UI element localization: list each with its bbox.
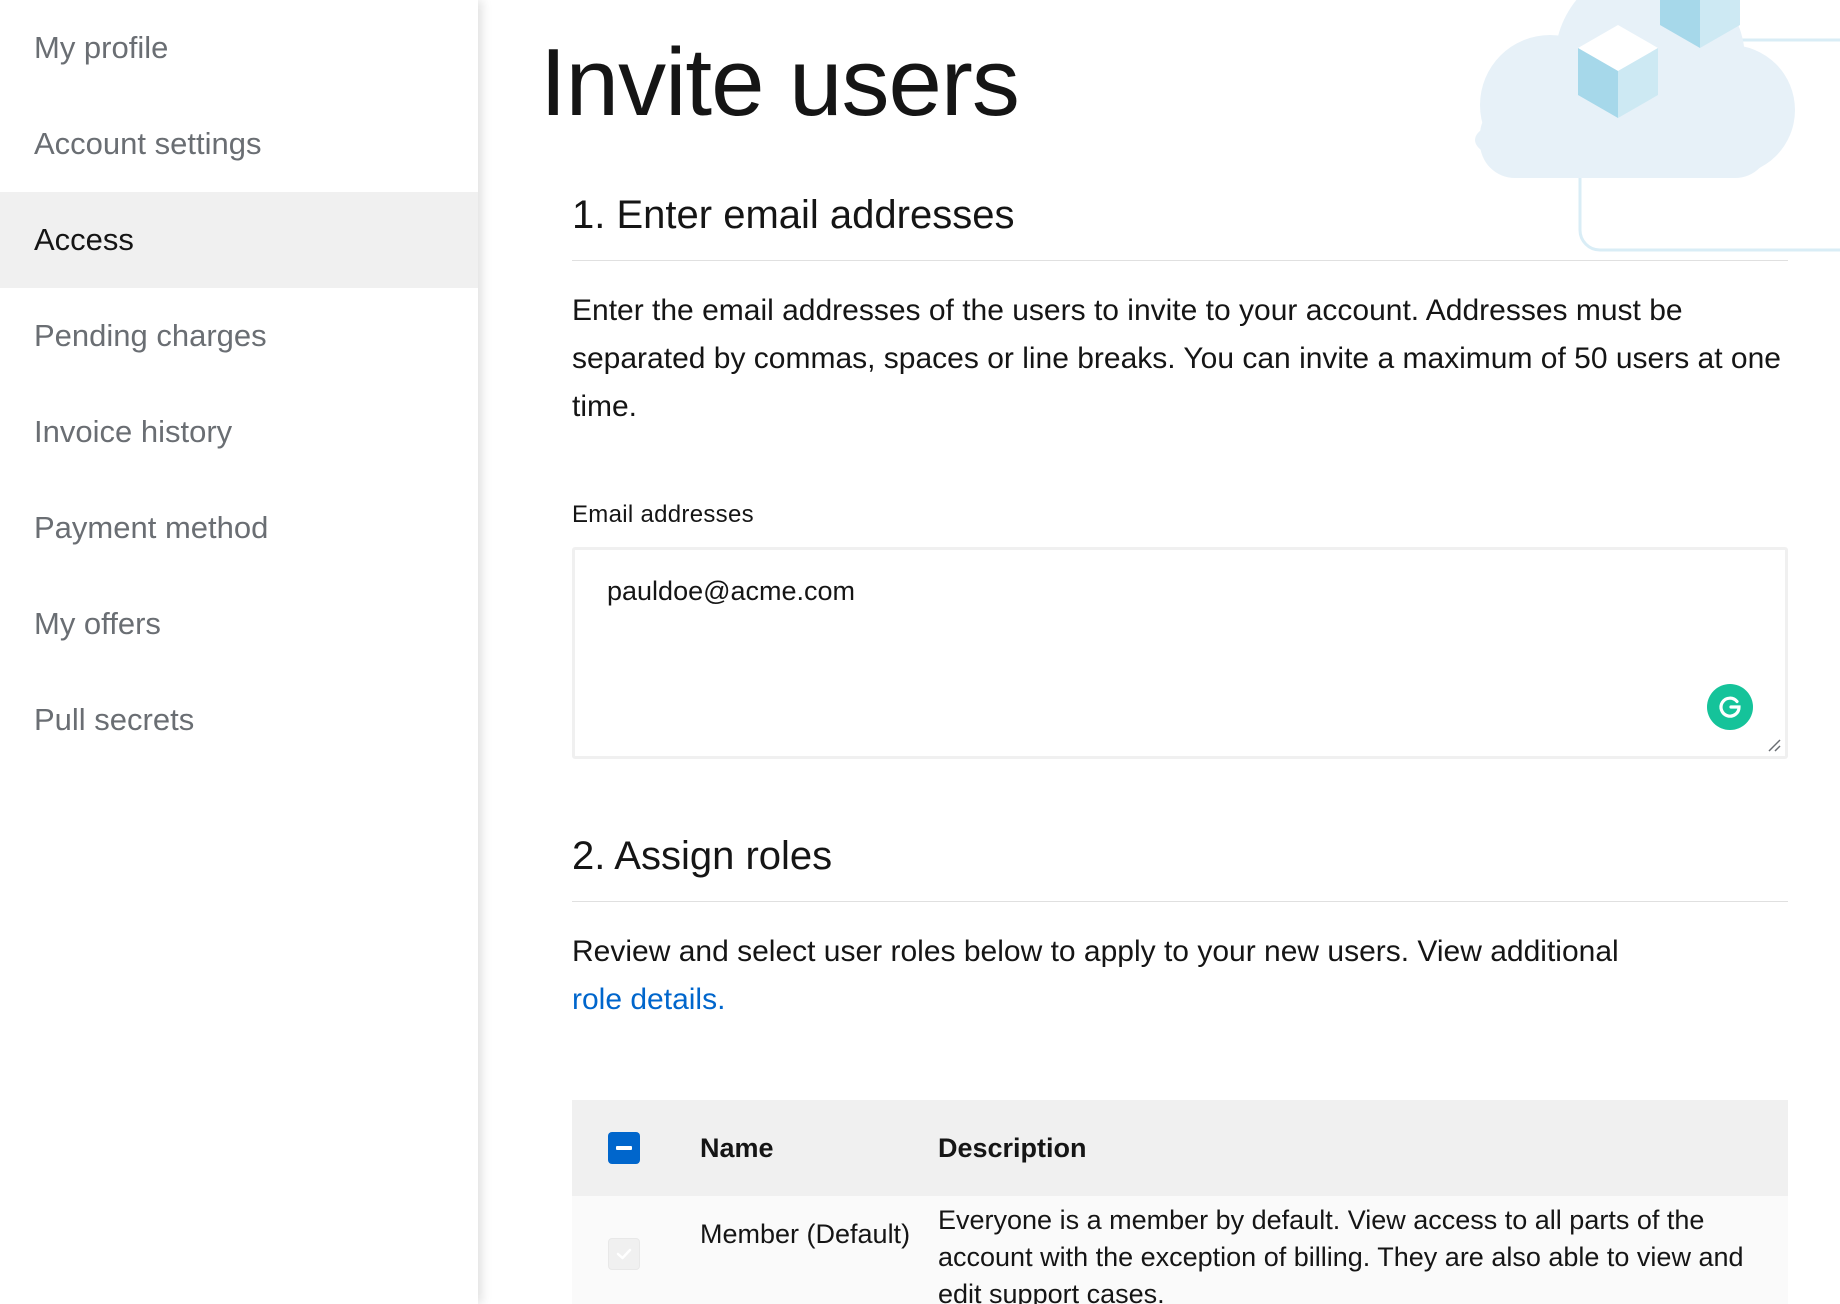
email-addresses-field[interactable]: pauldoe@acme.com bbox=[575, 550, 1785, 756]
email-field-label: Email addresses bbox=[572, 501, 754, 528]
email-textarea-container: pauldoe@acme.com bbox=[572, 547, 1788, 759]
sidebar-item-payment-method[interactable]: Payment method bbox=[0, 480, 478, 576]
section-title-roles: 2. Assign roles bbox=[572, 834, 833, 878]
sidebar-item-access[interactable]: Access bbox=[0, 192, 478, 288]
role-name: Member (Default) bbox=[700, 1219, 911, 1249]
sidebar-item-my-offers[interactable]: My offers bbox=[0, 576, 478, 672]
divider bbox=[572, 901, 1788, 902]
sidebar-item-account-settings[interactable]: Account settings bbox=[0, 96, 478, 192]
sidebar: My profile Account settings Access Pendi… bbox=[0, 0, 478, 1304]
section-title-email: 1. Enter email addresses bbox=[572, 193, 1015, 237]
main-content: Invite users 1. Enter email addresses En… bbox=[478, 0, 1840, 1304]
invite-form: 1. Enter email addresses Enter the email… bbox=[572, 190, 1788, 1304]
sidebar-item-my-profile[interactable]: My profile bbox=[0, 0, 478, 96]
page-title: Invite users bbox=[540, 29, 1020, 136]
column-header-description: Description bbox=[938, 1132, 1087, 1163]
email-instructions: Enter the email addresses of the users t… bbox=[572, 294, 1781, 423]
resize-handle-icon[interactable] bbox=[1765, 736, 1781, 752]
sidebar-item-invoice-history[interactable]: Invoice history bbox=[0, 384, 478, 480]
row-select-cell bbox=[572, 1196, 700, 1270]
sidebar-item-pull-secrets[interactable]: Pull secrets bbox=[0, 672, 478, 768]
select-all-cell bbox=[572, 1132, 700, 1164]
divider bbox=[572, 260, 1788, 261]
role-description: Everyone is a member by default. View ac… bbox=[938, 1205, 1744, 1304]
sidebar-item-pending-charges[interactable]: Pending charges bbox=[0, 288, 478, 384]
role-details-link[interactable]: role details. bbox=[572, 983, 725, 1016]
roles-instructions-text: Review and select user roles below to ap… bbox=[572, 935, 1619, 968]
minus-checkbox-icon[interactable] bbox=[608, 1132, 640, 1164]
check-icon bbox=[616, 1248, 632, 1260]
table-row: Member (Default) Everyone is a member by… bbox=[572, 1196, 1788, 1304]
roles-table: Name Description Member (Default) Everyo… bbox=[572, 1100, 1788, 1304]
roles-instructions: Review and select user roles below to ap… bbox=[572, 928, 1788, 1024]
row-checkbox-disabled bbox=[608, 1238, 640, 1270]
table-header-row: Name Description bbox=[572, 1100, 1788, 1196]
grammarly-icon[interactable] bbox=[1707, 684, 1753, 730]
column-header-name[interactable]: Name bbox=[700, 1133, 938, 1164]
